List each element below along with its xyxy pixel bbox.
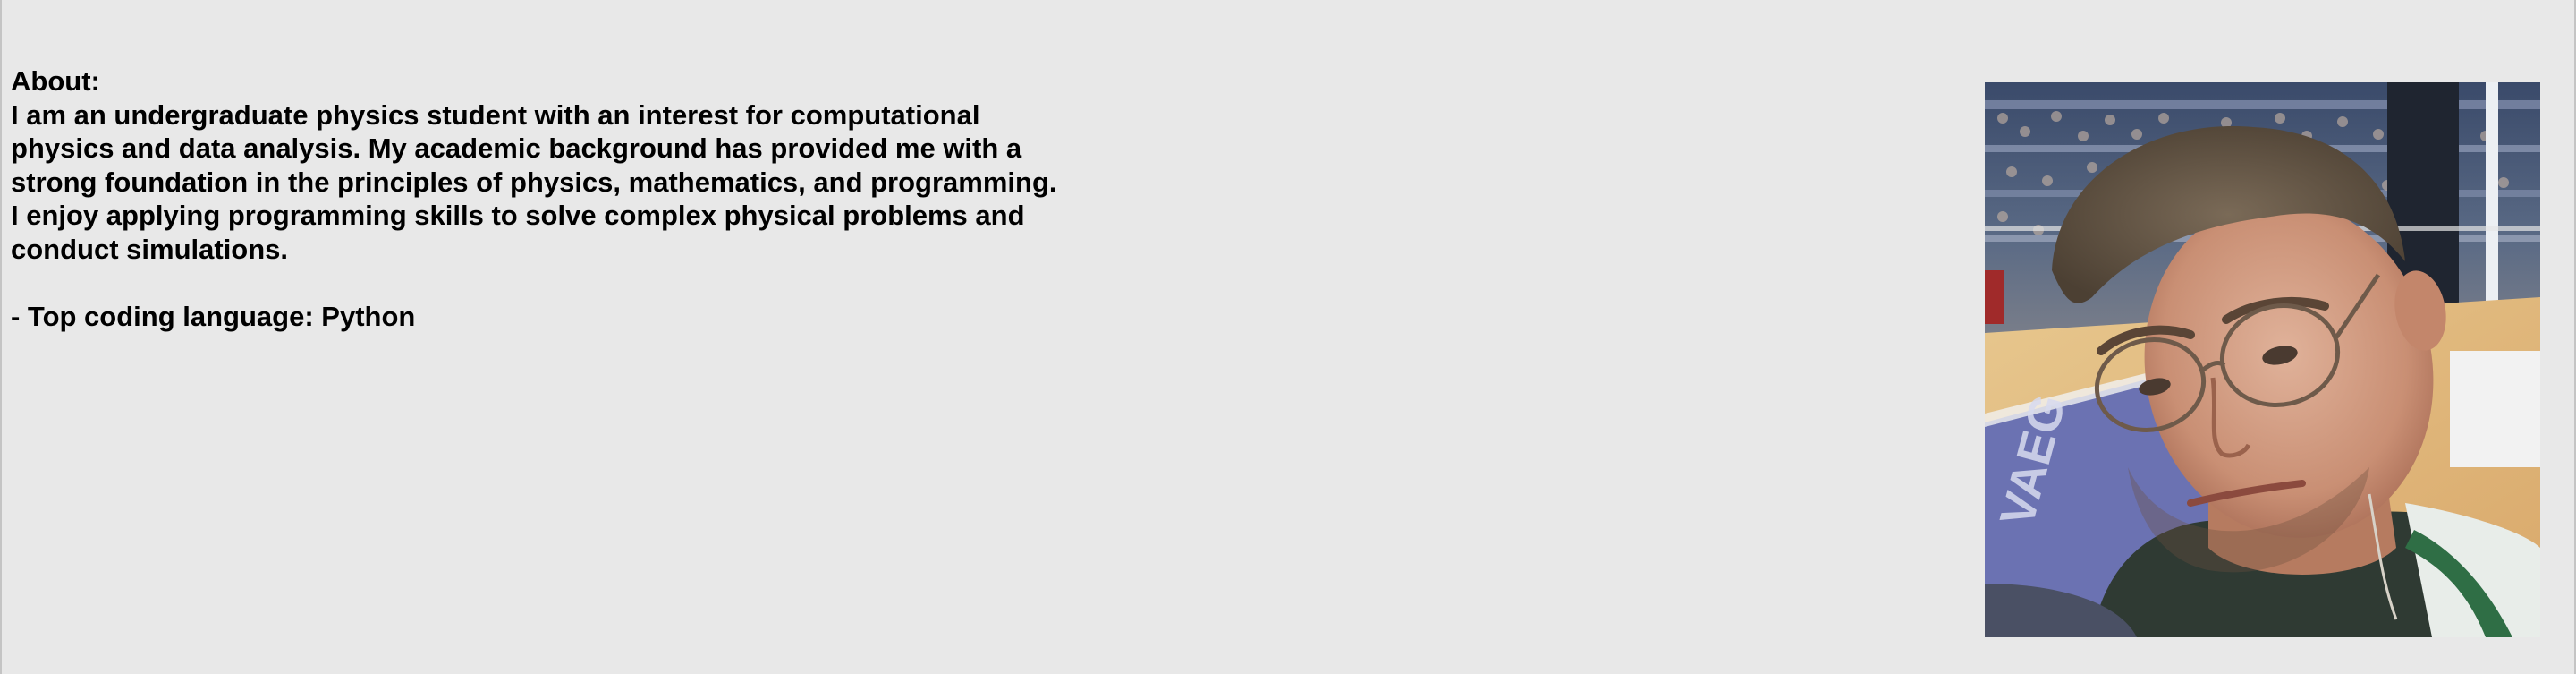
about-text-line: conduct simulations. xyxy=(11,233,289,265)
about-heading: About: xyxy=(11,65,100,97)
about-section: About: I am an undergraduate physics stu… xyxy=(11,64,1120,333)
about-text-line: physics and data analysis. My academic b… xyxy=(11,132,1022,164)
about-text-line: strong foundation in the principles of p… xyxy=(11,166,1057,198)
about-text-line: I enjoy applying programming skills to s… xyxy=(11,200,1025,231)
page: About: I am an undergraduate physics stu… xyxy=(0,0,2576,674)
profile-photo: VAEG xyxy=(1985,82,2540,637)
about-text-line: I am an undergraduate physics student wi… xyxy=(11,98,980,131)
profile-photo-icon: VAEG xyxy=(1985,82,2540,637)
top-language: - Top coding language: Python xyxy=(11,300,416,332)
